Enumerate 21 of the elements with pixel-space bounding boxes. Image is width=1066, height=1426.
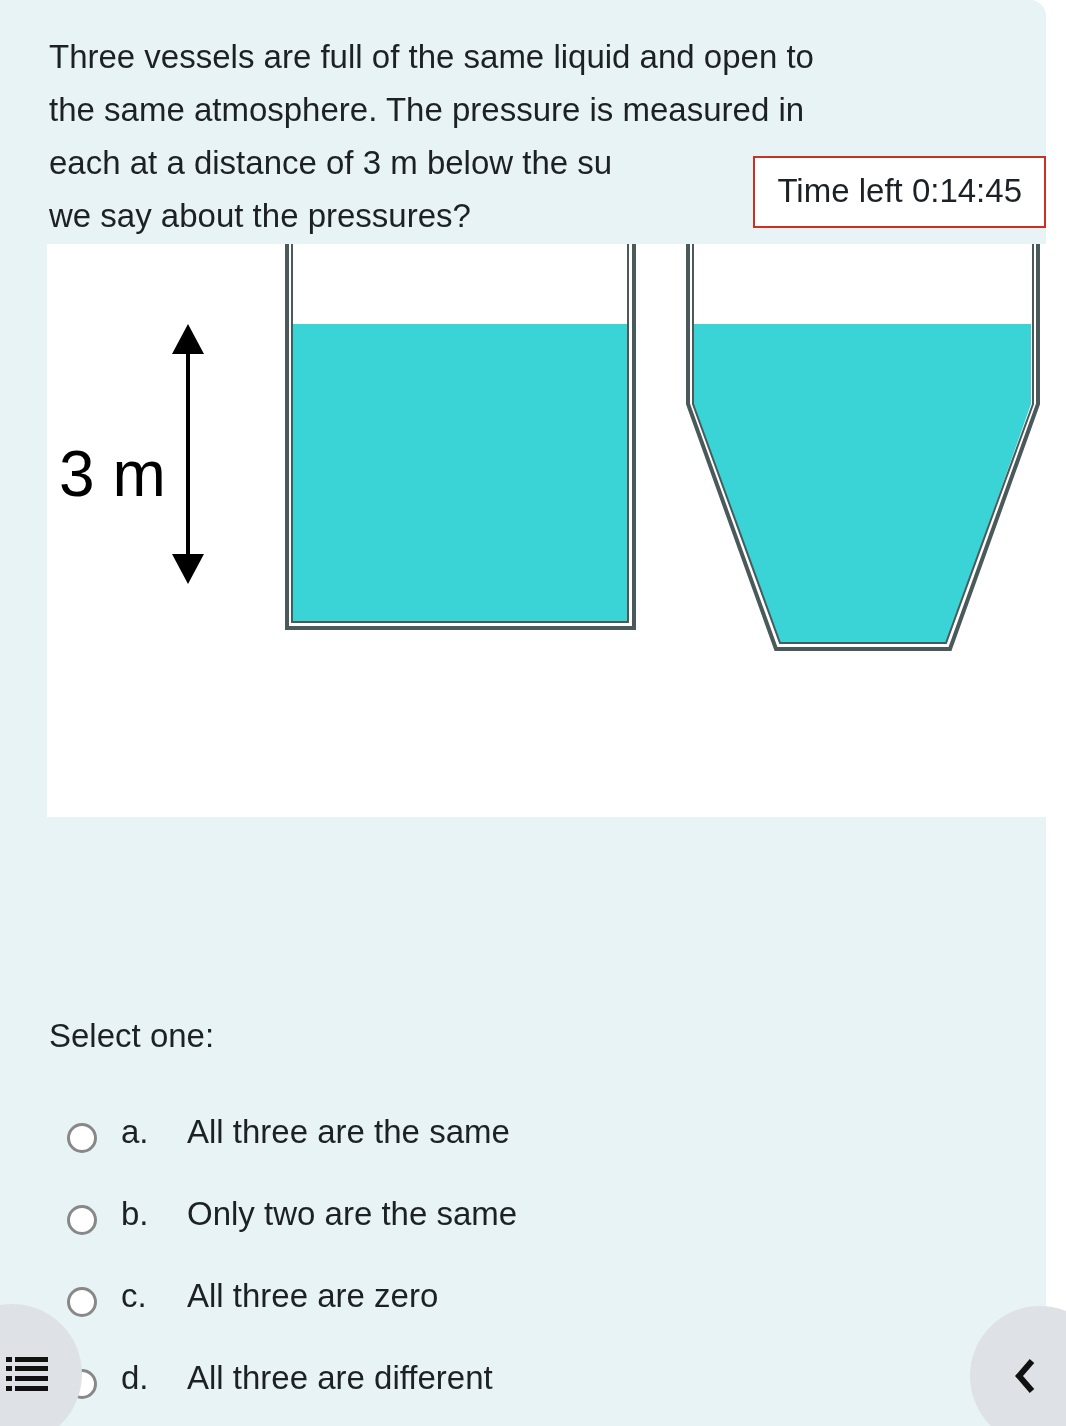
depth-label: 3 m <box>59 438 166 510</box>
double-arrow-icon <box>172 324 204 584</box>
option-text: Only two are the same <box>187 1195 518 1233</box>
option-letter: a. <box>121 1113 150 1151</box>
question-text: Three vessels are full of the same liquid and open to <box>49 37 814 77</box>
option-letter: c. <box>121 1277 148 1315</box>
radio-button[interactable] <box>67 1287 97 1317</box>
radio-button[interactable] <box>67 1123 97 1153</box>
timer: Time left 0:14:45 <box>753 156 1046 228</box>
option-letter: b. <box>121 1195 150 1233</box>
list-icon <box>6 1357 48 1391</box>
option-letter: d. <box>121 1359 150 1397</box>
question-text: the same atmosphere. The pressure is measured in <box>49 90 805 130</box>
question-text: each at a distance of 3 m below the su <box>49 143 613 183</box>
radio-button[interactable] <box>67 1205 97 1235</box>
option-text: All three are the same <box>187 1113 510 1151</box>
prompt-text: Select one: <box>48 1017 216 1055</box>
option-text: All three are different <box>187 1359 493 1397</box>
option-text: All three are zero <box>187 1277 439 1315</box>
chevron-left-icon <box>1014 1358 1036 1394</box>
question-text: we say about the pressures? <box>49 196 471 236</box>
